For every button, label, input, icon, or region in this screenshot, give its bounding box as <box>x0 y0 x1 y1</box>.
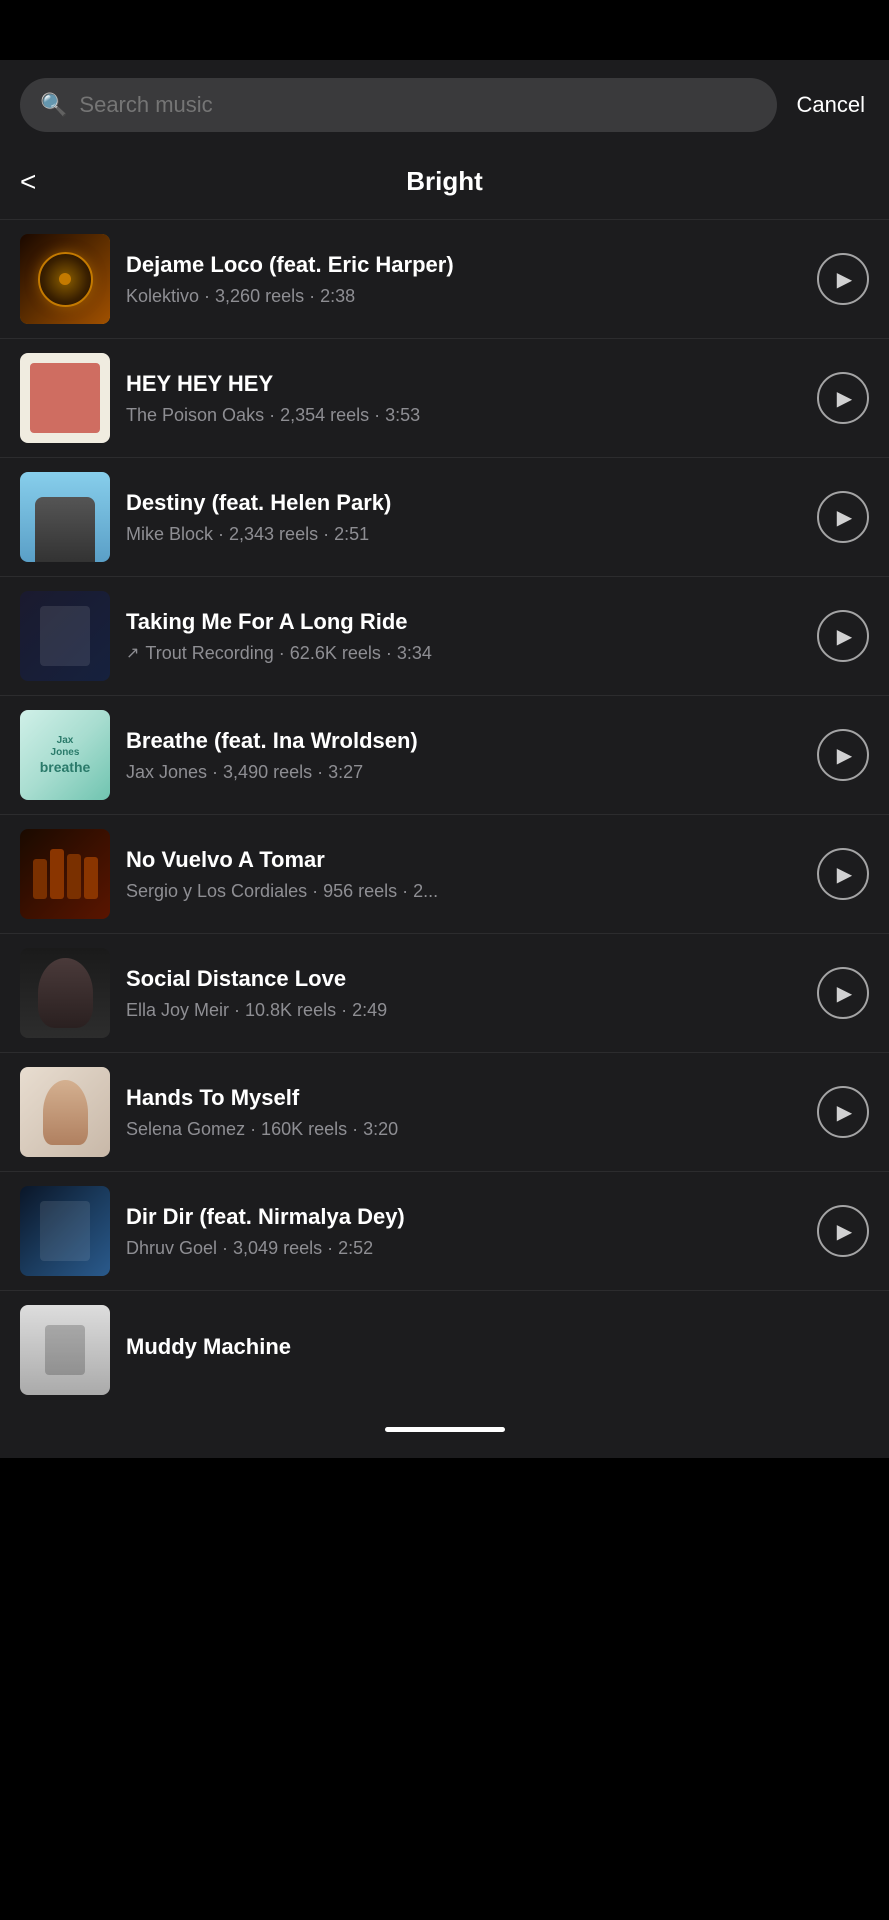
page-title: Bright <box>406 166 483 197</box>
track-name: Breathe (feat. Ina Wroldsen) <box>126 727 801 756</box>
track-info: Taking Me For A Long Ride ↗Trout Recordin… <box>126 608 801 664</box>
play-button[interactable]: ▶ <box>817 848 869 900</box>
track-meta: The Poison Oaks · 2,354 reels · 3:53 <box>126 405 801 426</box>
play-icon: ▶ <box>837 267 852 292</box>
play-icon: ▶ <box>837 386 852 411</box>
track-info: Destiny (feat. Helen Park) Mike Block · 2… <box>126 489 801 545</box>
track-item[interactable]: No Vuelvo A Tomar Sergio y Los Cordiales … <box>0 815 889 934</box>
play-button[interactable]: ▶ <box>817 372 869 424</box>
play-icon: ▶ <box>837 1219 852 1244</box>
track-item[interactable]: Destiny (feat. Helen Park) Mike Block · 2… <box>0 458 889 577</box>
search-bar-area: 🔍 Cancel <box>0 60 889 150</box>
track-info: Hands To Myself Selena Gomez · 160K reels… <box>126 1084 801 1140</box>
track-item[interactable]: HEY HEY HEY The Poison Oaks · 2,354 reels… <box>0 339 889 458</box>
scroll-indicator <box>385 1427 505 1432</box>
track-meta: Jax Jones · 3,490 reels · 3:27 <box>126 762 801 783</box>
track-item[interactable]: Dejame Loco (feat. Eric Harper) Kolektivo… <box>0 220 889 339</box>
play-icon: ▶ <box>837 862 852 887</box>
track-thumbnail <box>20 472 110 562</box>
track-item[interactable]: JaxJonesbreathe Breathe (feat. Ina Wrold… <box>0 696 889 815</box>
play-button[interactable]: ▶ <box>817 1086 869 1138</box>
track-meta: ↗Trout Recording · 62.6K reels · 3:34 <box>126 643 801 664</box>
play-icon: ▶ <box>837 505 852 530</box>
track-list: Dejame Loco (feat. Eric Harper) Kolektivo… <box>0 220 889 1409</box>
track-thumbnail: JaxJonesbreathe <box>20 710 110 800</box>
track-meta: Mike Block · 2,343 reels · 2:51 <box>126 524 801 545</box>
play-button[interactable]: ▶ <box>817 610 869 662</box>
track-name: Dir Dir (feat. Nirmalya Dey) <box>126 1203 801 1232</box>
track-info: Breathe (feat. Ina Wroldsen) Jax Jones · … <box>126 727 801 783</box>
track-info: Muddy Machine <box>126 1333 869 1368</box>
track-name: Dejame Loco (feat. Eric Harper) <box>126 251 801 280</box>
track-thumbnail <box>20 1186 110 1276</box>
track-info: Dejame Loco (feat. Eric Harper) Kolektivo… <box>126 251 801 307</box>
track-item[interactable]: Social Distance Love Ella Joy Meir · 10.8… <box>0 934 889 1053</box>
play-button[interactable]: ▶ <box>817 1205 869 1257</box>
track-name: Destiny (feat. Helen Park) <box>126 489 801 518</box>
play-button[interactable]: ▶ <box>817 253 869 305</box>
page-header: < Bright <box>0 150 889 220</box>
bottom-bar <box>0 1409 889 1458</box>
track-name: HEY HEY HEY <box>126 370 801 399</box>
cancel-button[interactable]: Cancel <box>793 92 869 118</box>
status-bar <box>0 0 889 60</box>
track-meta: Kolektivo · 3,260 reels · 2:38 <box>126 286 801 307</box>
track-name: Taking Me For A Long Ride <box>126 608 801 637</box>
track-info: Social Distance Love Ella Joy Meir · 10.8… <box>126 965 801 1021</box>
track-item[interactable]: Muddy Machine <box>0 1291 889 1409</box>
track-item[interactable]: Hands To Myself Selena Gomez · 160K reels… <box>0 1053 889 1172</box>
track-thumbnail <box>20 829 110 919</box>
track-name: Muddy Machine <box>126 1333 869 1362</box>
track-item[interactable]: Taking Me For A Long Ride ↗Trout Recordin… <box>0 577 889 696</box>
track-info: HEY HEY HEY The Poison Oaks · 2,354 reels… <box>126 370 801 426</box>
trending-icon: ↗ <box>126 643 139 663</box>
track-thumbnail <box>20 1067 110 1157</box>
track-thumbnail <box>20 353 110 443</box>
play-icon: ▶ <box>837 624 852 649</box>
track-meta: Selena Gomez · 160K reels · 3:20 <box>126 1119 801 1140</box>
track-thumbnail <box>20 1305 110 1395</box>
back-button[interactable]: < <box>20 168 36 196</box>
search-input-wrapper[interactable]: 🔍 <box>20 78 777 132</box>
track-item[interactable]: Dir Dir (feat. Nirmalya Dey) Dhruv Goel ·… <box>0 1172 889 1291</box>
play-button[interactable]: ▶ <box>817 491 869 543</box>
play-icon: ▶ <box>837 981 852 1006</box>
track-name: Social Distance Love <box>126 965 801 994</box>
search-icon: 🔍 <box>40 92 67 118</box>
track-info: Dir Dir (feat. Nirmalya Dey) Dhruv Goel ·… <box>126 1203 801 1259</box>
track-thumbnail <box>20 234 110 324</box>
track-meta: Sergio y Los Cordiales · 956 reels · 2..… <box>126 881 801 902</box>
track-name: No Vuelvo A Tomar <box>126 846 801 875</box>
play-button[interactable]: ▶ <box>817 729 869 781</box>
track-info: No Vuelvo A Tomar Sergio y Los Cordiales … <box>126 846 801 902</box>
track-meta: Ella Joy Meir · 10.8K reels · 2:49 <box>126 1000 801 1021</box>
track-meta: Dhruv Goel · 3,049 reels · 2:52 <box>126 1238 801 1259</box>
play-icon: ▶ <box>837 743 852 768</box>
track-thumbnail <box>20 591 110 681</box>
track-name: Hands To Myself <box>126 1084 801 1113</box>
play-icon: ▶ <box>837 1100 852 1125</box>
search-input[interactable] <box>79 92 756 118</box>
track-thumbnail <box>20 948 110 1038</box>
play-button[interactable]: ▶ <box>817 967 869 1019</box>
